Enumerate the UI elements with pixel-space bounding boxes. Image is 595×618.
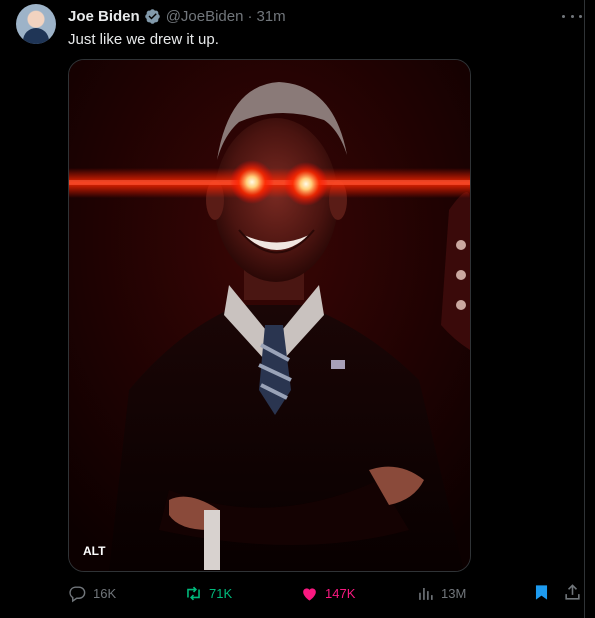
action-bar: 16K 71K 147K 13M [68,583,583,603]
tweet-image[interactable]: ALT [68,59,471,572]
reply-button[interactable]: 16K [68,583,116,603]
author-name[interactable]: Joe Biden [68,8,140,25]
repost-button[interactable]: 71K [184,583,232,603]
bookmark-icon[interactable] [532,583,551,607]
header-separator: · [247,7,253,25]
share-icon[interactable] [563,583,582,607]
reply-icon [69,585,86,602]
views-count: 13M [441,585,467,601]
like-count: 147K [325,585,356,601]
verified-badge-icon[interactable] [144,8,161,25]
author-handle[interactable]: @JoeBiden [166,8,244,25]
repost-count: 71K [209,585,233,601]
reply-count: 16K [93,585,117,601]
heart-icon [303,587,316,601]
more-icon[interactable] [562,8,582,24]
views-button[interactable]: 13M [416,583,466,603]
tweet-timestamp[interactable]: 31m [256,8,285,25]
tweet-header: Joe Biden @JoeBiden · 31m [68,6,286,26]
views-icon [419,587,433,600]
avatar[interactable] [16,4,56,44]
alt-text-badge[interactable]: ALT [81,544,107,558]
laser-eyes-photo [69,60,470,571]
repost-icon [187,586,200,600]
like-button[interactable]: 147K [300,583,355,603]
timeline-border [584,0,585,618]
tweet-text: Just like we drew it up. [68,31,219,48]
